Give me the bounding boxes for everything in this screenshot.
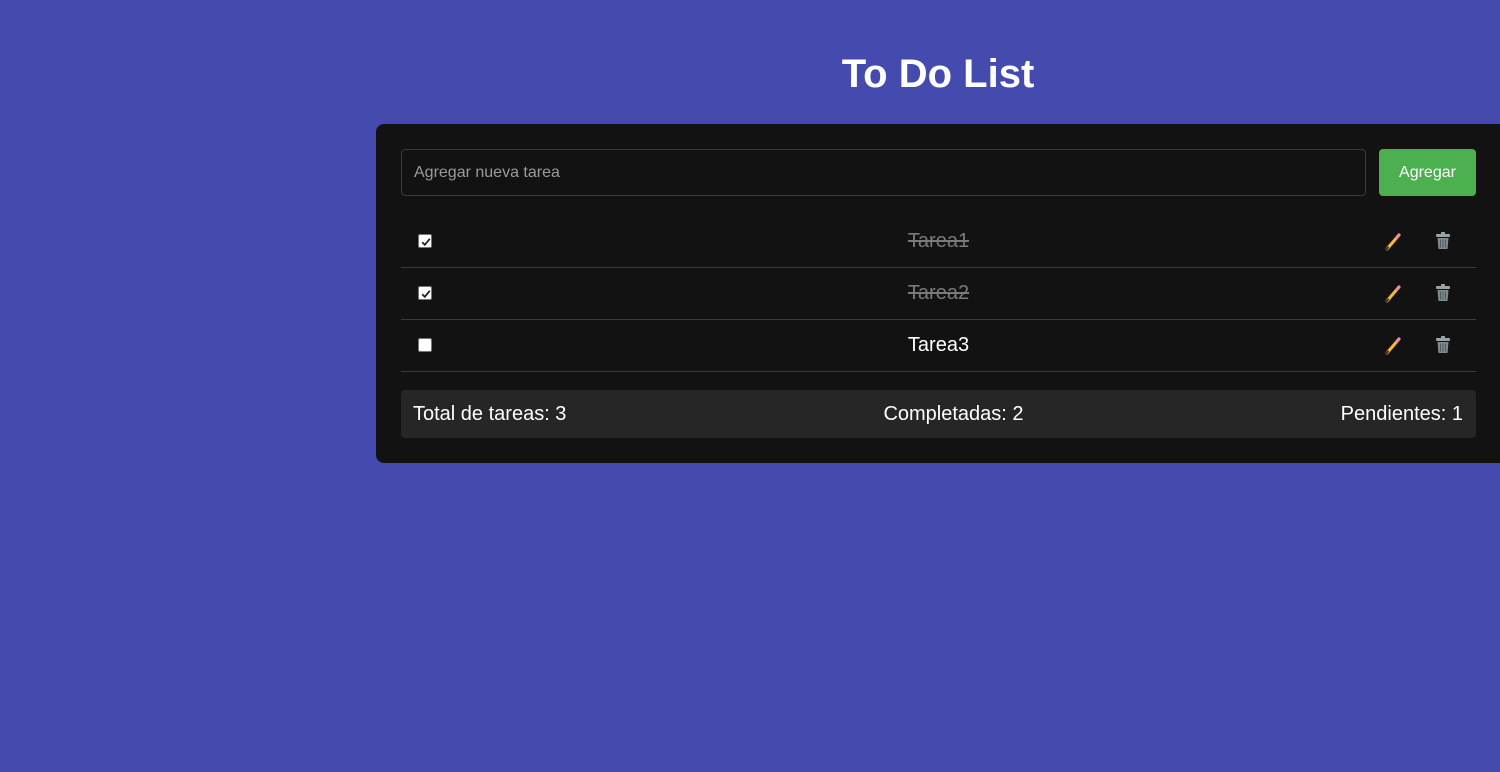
task-text: Tarea2: [907, 282, 970, 304]
edit-task-button[interactable]: [1382, 282, 1404, 304]
task-text: Tarea3: [907, 334, 970, 356]
pending-tasks-count: Pendientes: 1: [1340, 403, 1463, 425]
edit-task-button[interactable]: [1382, 230, 1404, 252]
add-task-button[interactable]: Agregar: [1379, 149, 1476, 196]
delete-task-button[interactable]: [1432, 230, 1454, 252]
delete-task-button[interactable]: [1432, 282, 1454, 304]
task-checkbox[interactable]: [418, 286, 432, 300]
stats-bar: Total de tareas: 3 Completadas: 2 Pendie…: [401, 390, 1476, 438]
edit-task-button[interactable]: [1382, 334, 1404, 356]
pencil-icon: [1384, 232, 1402, 252]
trash-icon: [1436, 232, 1450, 249]
task-item: Tarea3: [401, 320, 1476, 372]
task-text: Tarea1: [907, 230, 970, 252]
trash-icon: [1436, 284, 1450, 301]
task-item: Tarea1: [401, 216, 1476, 268]
task-item: Tarea2: [401, 268, 1476, 320]
task-list: Tarea1 Tarea2 Tarea3: [401, 216, 1476, 372]
todo-card: Agregar Tarea1: [376, 124, 1500, 463]
new-task-input[interactable]: [401, 149, 1366, 196]
pencil-icon: [1384, 336, 1402, 356]
task-checkbox[interactable]: [418, 234, 432, 248]
task-checkbox[interactable]: [418, 338, 432, 352]
delete-task-button[interactable]: [1432, 334, 1454, 356]
pencil-icon: [1384, 284, 1402, 304]
completed-tasks-count: Completadas: 2: [883, 403, 1024, 425]
trash-icon: [1436, 336, 1450, 353]
page-title: To Do List: [841, 52, 1035, 96]
